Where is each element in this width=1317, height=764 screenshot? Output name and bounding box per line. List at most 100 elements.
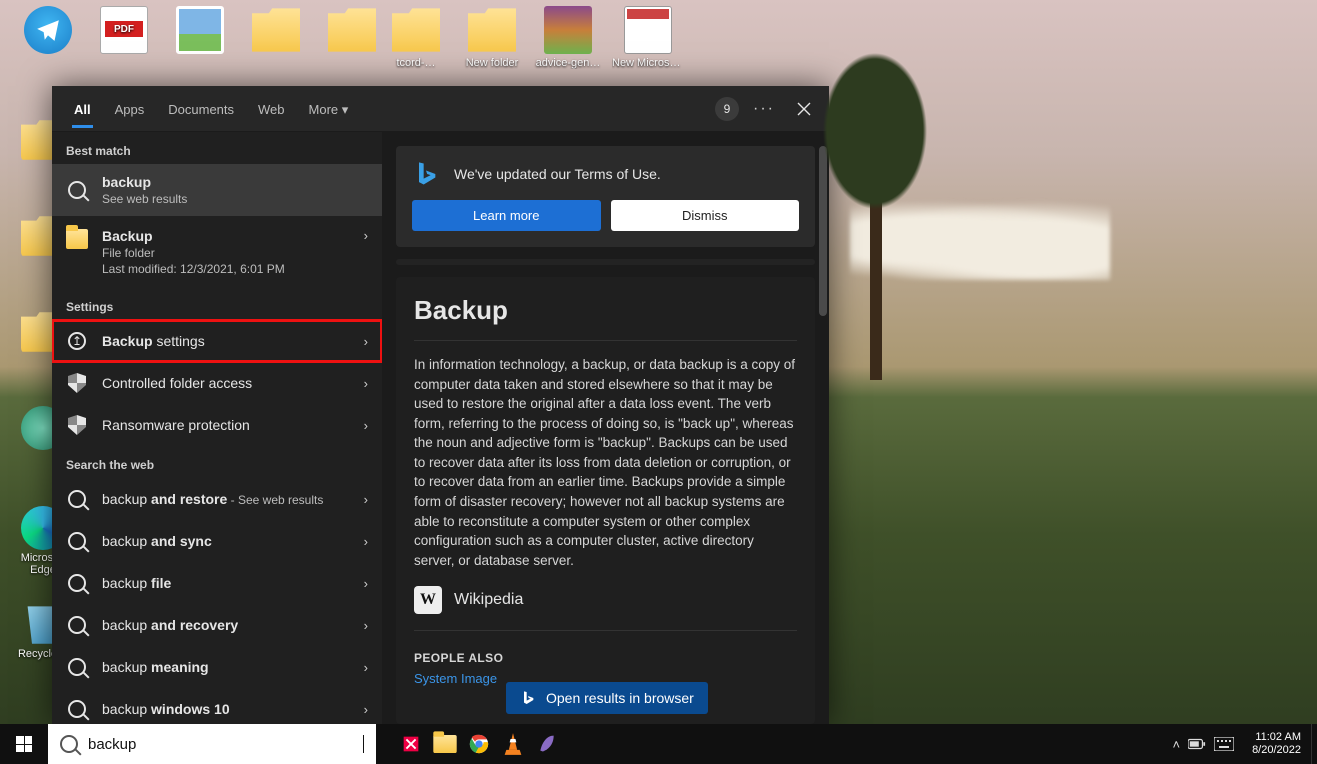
result-web[interactable]: backup and restore - See web results › xyxy=(52,478,382,520)
result-label: backup xyxy=(102,533,151,549)
wikipedia-icon: W xyxy=(414,586,442,614)
search-icon xyxy=(66,530,88,552)
scrollbar[interactable] xyxy=(819,146,827,316)
desktop-icon-folder[interactable]: tcord-… xyxy=(380,6,452,69)
learn-more-button[interactable]: Learn more xyxy=(412,200,601,231)
tab-web[interactable]: Web xyxy=(246,90,297,127)
desktop-icon-folder[interactable] xyxy=(316,6,388,57)
taskbar: ˄ 11:02 AM 8/20/2022 xyxy=(0,724,1317,764)
chevron-right-icon: › xyxy=(364,376,368,391)
desktop-icon-folder[interactable]: New folder xyxy=(456,6,528,69)
backup-icon xyxy=(66,330,88,352)
taskbar-search[interactable] xyxy=(48,724,376,764)
section-search-web: Search the web xyxy=(52,446,382,478)
result-ransomware-protection[interactable]: Ransomware protection › xyxy=(52,404,382,446)
open-results-label: Open results in browser xyxy=(546,690,694,706)
chevron-right-icon: › xyxy=(364,228,368,243)
tab-apps[interactable]: Apps xyxy=(103,90,157,127)
result-title: backup xyxy=(102,174,151,190)
result-label-bold: and recovery xyxy=(151,617,238,633)
taskbar-app-chrome[interactable] xyxy=(462,724,496,764)
search-tabs: All Apps Documents Web More ▾ 9 ··· xyxy=(52,86,829,132)
chevron-down-icon: ▾ xyxy=(342,102,349,117)
dismiss-button[interactable]: Dismiss xyxy=(611,200,800,231)
chevron-right-icon: › xyxy=(364,534,368,549)
close-icon xyxy=(797,102,811,116)
search-results-list: Best match backup See web results Backup… xyxy=(52,132,382,724)
show-desktop-button[interactable] xyxy=(1311,724,1317,764)
detail-panel: Backup In information technology, a back… xyxy=(396,277,815,724)
taskbar-app-snip[interactable] xyxy=(394,724,428,764)
result-backup-settings[interactable]: Backup settings › xyxy=(52,320,382,362)
result-label: Ransomware protection xyxy=(102,417,250,433)
clock-time: 11:02 AM xyxy=(1252,731,1301,744)
folder-icon xyxy=(66,228,88,250)
recent-count-badge[interactable]: 9 xyxy=(715,97,739,121)
tab-documents[interactable]: Documents xyxy=(156,90,246,127)
result-label-bold: and restore xyxy=(151,491,227,507)
chevron-right-icon: › xyxy=(364,576,368,591)
desktop-icon-folder[interactable] xyxy=(240,6,312,57)
keyboard-icon[interactable] xyxy=(1214,737,1234,751)
result-web[interactable]: backup file › xyxy=(52,562,382,604)
taskbar-clock[interactable]: 11:02 AM 8/20/2022 xyxy=(1242,731,1311,757)
people-also-label: PEOPLE ALSO xyxy=(414,651,797,665)
open-results-button[interactable]: Open results in browser xyxy=(506,682,708,714)
related-link[interactable]: System Image xyxy=(414,671,497,686)
section-settings: Settings xyxy=(52,288,382,320)
desktop-icon-picture[interactable] xyxy=(164,6,236,57)
result-web[interactable]: backup and sync › xyxy=(52,520,382,562)
tab-all[interactable]: All xyxy=(62,90,103,127)
more-options-button[interactable]: ··· xyxy=(753,100,775,118)
result-best-match[interactable]: backup See web results xyxy=(52,164,382,216)
desktop-icon-label: New folder xyxy=(456,57,528,69)
result-label: Controlled folder access xyxy=(102,375,252,391)
notice-text: We've updated our Terms of Use. xyxy=(454,166,661,182)
taskbar-app-vlc[interactable] xyxy=(496,724,530,764)
result-label: settings xyxy=(153,333,205,349)
search-icon xyxy=(66,488,88,510)
tab-more[interactable]: More ▾ xyxy=(297,90,361,128)
search-icon xyxy=(66,572,88,594)
result-label-bold: file xyxy=(151,575,171,591)
result-folder[interactable]: Backup File folder Last modified: 12/3/2… xyxy=(52,216,382,288)
desktop-icon-telegram[interactable] xyxy=(12,6,84,57)
desktop-icon-word[interactable]: New Microsoft… xyxy=(612,6,684,69)
desktop-icon-label: tcord-… xyxy=(380,57,452,69)
taskbar-app-feather[interactable] xyxy=(530,724,564,764)
result-label: backup xyxy=(102,659,151,675)
battery-icon[interactable] xyxy=(1188,738,1206,750)
result-label-bold: meaning xyxy=(151,659,209,675)
terms-notice: We've updated our Terms of Use. Learn mo… xyxy=(396,146,815,247)
close-button[interactable] xyxy=(789,98,819,120)
result-controlled-folder-access[interactable]: Controlled folder access › xyxy=(52,362,382,404)
result-suffix: - See web results xyxy=(227,493,323,507)
result-web[interactable]: backup and recovery › xyxy=(52,604,382,646)
chevron-right-icon: › xyxy=(364,418,368,433)
windows-logo-icon xyxy=(16,736,32,752)
tray-overflow-icon[interactable]: ˄ xyxy=(1172,737,1180,752)
bing-icon xyxy=(412,160,440,188)
result-label-bold: windows 10 xyxy=(151,701,230,717)
desktop-icon-pdf[interactable]: PDF xyxy=(88,6,160,57)
result-subtitle: See web results xyxy=(102,192,187,206)
divider xyxy=(396,259,815,265)
detail-body: In information technology, a backup, or … xyxy=(414,355,797,570)
start-button[interactable] xyxy=(0,724,48,764)
taskbar-app-explorer[interactable] xyxy=(428,724,462,764)
text-caret xyxy=(363,735,364,753)
system-tray[interactable]: ˄ xyxy=(1164,737,1242,752)
desktop: PDF tcord-… New folder advice-gen… New M… xyxy=(0,0,1317,764)
search-input[interactable] xyxy=(88,736,353,753)
result-label: backup xyxy=(102,491,151,507)
result-label-bold: Backup xyxy=(102,333,153,349)
detail-source[interactable]: W Wikipedia xyxy=(414,586,797,614)
chevron-right-icon: › xyxy=(364,618,368,633)
search-preview-pane: We've updated our Terms of Use. Learn mo… xyxy=(382,132,829,724)
search-icon xyxy=(60,735,78,753)
chevron-right-icon: › xyxy=(364,660,368,675)
result-web[interactable]: backup meaning › xyxy=(52,646,382,688)
result-web[interactable]: backup windows 10 › xyxy=(52,688,382,724)
desktop-icon-winrar[interactable] xyxy=(544,6,592,57)
result-label: backup xyxy=(102,617,151,633)
